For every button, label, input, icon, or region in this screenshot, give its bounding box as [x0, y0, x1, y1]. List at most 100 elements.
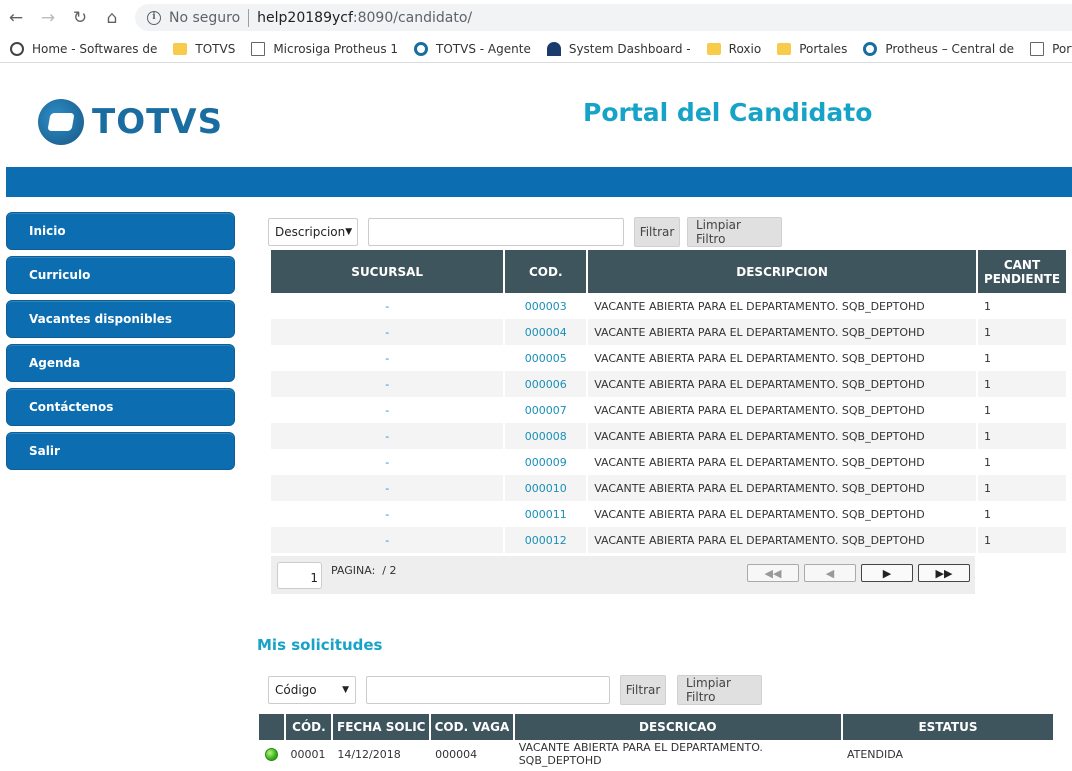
table-row[interactable]: - 000004 VACANTE ABIERTA PARA EL DEPARTA…	[271, 319, 1066, 345]
last-page-icon[interactable]: ▶▶	[918, 564, 970, 582]
menu-item-inicio[interactable]: Inicio	[6, 212, 235, 250]
menu-item-agenda[interactable]: Agenda	[6, 344, 235, 382]
back-arrow-icon[interactable]: ←	[0, 0, 32, 35]
cell-cod-link[interactable]: 000003	[505, 293, 587, 319]
bookmark-system-dashboard[interactable]: System Dashboard -	[537, 41, 691, 56]
table-row[interactable]: - 000012 VACANTE ABIERTA PARA EL DEPARTA…	[271, 527, 1066, 553]
bookmark-totvs-agente[interactable]: TOTVS - Agente	[404, 41, 531, 56]
bookmark-protheus-central[interactable]: Protheus – Central de	[853, 41, 1014, 56]
vacancy-clear-filter-button[interactable]: Limpiar Filtro	[687, 217, 782, 247]
solicitudes-table: CÓD. FECHA SOLIC COD. VAGA DESCRICAO EST…	[257, 714, 1055, 768]
table-row[interactable]: - 000003 VACANTE ABIERTA PARA EL DEPARTA…	[271, 293, 1066, 319]
cell-descripcion: VACANTE ABIERTA PARA EL DEPARTAMENTO. SQ…	[588, 475, 976, 501]
cell-cod-link[interactable]: 000010	[505, 475, 587, 501]
jira-icon	[546, 41, 561, 56]
cell-cod-vaga: 000004	[431, 740, 513, 768]
globe-icon	[863, 41, 878, 56]
solicitudes-filter-row: Código ▼ Filtrar Limpiar Filtro	[268, 675, 762, 705]
menu-item-contactenos[interactable]: Contáctenos	[6, 388, 235, 426]
solicitudes-clear-filter-button[interactable]: Limpiar Filtro	[677, 675, 762, 705]
table-row[interactable]: - 000006 VACANTE ABIERTA PARA EL DEPARTA…	[271, 371, 1066, 397]
security-label: No seguro	[169, 9, 241, 26]
cell-estatus: ATENDIDA	[842, 740, 1053, 768]
bookmark-totvs[interactable]: TOTVS	[163, 42, 235, 56]
vacancy-filter-select[interactable]: Descripcion ▼	[268, 218, 358, 246]
column-header-cod-vaga[interactable]: COD. VAGA	[431, 714, 513, 740]
bookmark-home[interactable]: Home - Softwares de	[0, 41, 157, 56]
cell-sucursal: -	[271, 293, 504, 319]
cell-cant: 1	[977, 371, 1066, 397]
cell-sucursal: -	[271, 345, 504, 371]
chevron-down-icon: ▼	[345, 227, 353, 237]
cell-cant: 1	[977, 345, 1066, 371]
bookmark-roxio[interactable]: Roxio	[697, 41, 762, 56]
page-label-text: PAGINA:	[331, 564, 376, 577]
home-icon[interactable]: ⌂	[96, 0, 128, 35]
header-cant-line2: PENDIENTE	[983, 271, 1061, 286]
next-page-icon[interactable]: ▶	[861, 564, 913, 582]
bookmark-portal-de-nor[interactable]: Portal de Nor	[1020, 41, 1072, 56]
cell-fecha: 14/12/2018	[333, 740, 430, 768]
cell-cod-link[interactable]: 000009	[505, 449, 587, 475]
page-label: PAGINA: / 2	[331, 564, 397, 577]
table-row[interactable]: - 000009 VACANTE ABIERTA PARA EL DEPARTA…	[271, 449, 1066, 475]
table-header-row: CÓD. FECHA SOLIC COD. VAGA DESCRICAO EST…	[259, 714, 1053, 740]
solicitudes-filter-select[interactable]: Código ▼	[268, 676, 356, 704]
vacancies-table: SUCURSAL COD. DESCRIPCION CANT PENDIENTE …	[269, 250, 1068, 553]
table-row[interactable]: - 000005 VACANTE ABIERTA PARA EL DEPARTA…	[271, 345, 1066, 371]
cell-cod-link[interactable]: 000004	[505, 319, 587, 345]
vacancy-filter-button[interactable]: Filtrar	[634, 217, 680, 247]
globe-icon	[414, 41, 429, 56]
logo-text: TOTVS	[92, 102, 224, 142]
cell-cod-link[interactable]: 000011	[505, 501, 587, 527]
cell-cant: 1	[977, 397, 1066, 423]
chevron-down-icon: ▼	[342, 685, 349, 695]
cell-sucursal: -	[271, 527, 504, 553]
vacancy-filter-row: Descripcion ▼ Filtrar Limpiar Filtro	[268, 217, 782, 247]
table-row[interactable]: 00001 14/12/2018 000004 VACANTE ABIERTA …	[259, 740, 1053, 768]
side-menu: Inicio Curriculo Vacantes disponibles Ag…	[6, 212, 235, 476]
first-page-icon[interactable]: ◀◀	[747, 564, 799, 582]
solicitudes-filter-button[interactable]: Filtrar	[620, 675, 666, 705]
cell-sucursal: -	[271, 475, 504, 501]
bookmark-label: Roxio	[728, 41, 762, 56]
cell-cod-link[interactable]: 000005	[505, 345, 587, 371]
info-icon[interactable]: i	[147, 10, 161, 25]
bookmark-portales[interactable]: Portales	[767, 42, 847, 56]
vacancy-filter-input[interactable]	[368, 218, 624, 246]
cell-cod-link[interactable]: 000006	[505, 371, 587, 397]
cell-cod-link[interactable]: 000008	[505, 423, 587, 449]
column-header-descricao[interactable]: DESCRICAO	[514, 714, 841, 740]
page-number-input[interactable]: 1	[277, 562, 322, 589]
column-header-cod[interactable]: CÓD.	[286, 714, 332, 740]
table-row[interactable]: - 000011 VACANTE ABIERTA PARA EL DEPARTA…	[271, 501, 1066, 527]
column-header-fecha-solic[interactable]: FECHA SOLIC	[333, 714, 430, 740]
column-header-estatus[interactable]: ESTATUS	[842, 714, 1053, 740]
cell-cod-link[interactable]: 000012	[505, 527, 587, 553]
page-icon	[251, 41, 266, 56]
table-row[interactable]: - 000008 VACANTE ABIERTA PARA EL DEPARTA…	[271, 423, 1066, 449]
column-header-cod[interactable]: COD.	[505, 250, 587, 293]
browser-toolbar: ← → ↻ ⌂ i No seguro help20189ycf:8090/ca…	[0, 0, 1072, 35]
column-header-cant-pendiente[interactable]: CANT PENDIENTE	[977, 250, 1066, 293]
bookmark-microsiga[interactable]: Microsiga Protheus 1	[241, 41, 398, 56]
menu-item-vacantes[interactable]: Vacantes disponibles	[6, 300, 235, 338]
select-value: Código	[275, 683, 317, 697]
url-host: help20189ycf	[257, 9, 353, 26]
reload-icon[interactable]: ↻	[64, 0, 96, 35]
column-header-sucursal[interactable]: SUCURSAL	[271, 250, 504, 293]
cell-cod-link[interactable]: 000007	[505, 397, 587, 423]
previous-page-icon[interactable]: ◀	[804, 564, 856, 582]
forward-arrow-icon[interactable]: →	[32, 0, 64, 35]
solicitudes-filter-input[interactable]	[366, 676, 610, 704]
address-bar[interactable]: i No seguro help20189ycf:8090/candidato/	[135, 4, 1072, 31]
cell-descripcion: VACANTE ABIERTA PARA EL DEPARTAMENTO. SQ…	[588, 397, 976, 423]
column-header-descripcion[interactable]: DESCRIPCION	[588, 250, 976, 293]
totvs-logo: TOTVS	[38, 99, 223, 145]
cell-cant: 1	[977, 501, 1066, 527]
cell-cant: 1	[977, 293, 1066, 319]
table-row[interactable]: - 000007 VACANTE ABIERTA PARA EL DEPARTA…	[271, 397, 1066, 423]
menu-item-salir[interactable]: Salir	[6, 432, 235, 470]
menu-item-curriculo[interactable]: Curriculo	[6, 256, 235, 294]
table-row[interactable]: - 000010 VACANTE ABIERTA PARA EL DEPARTA…	[271, 475, 1066, 501]
